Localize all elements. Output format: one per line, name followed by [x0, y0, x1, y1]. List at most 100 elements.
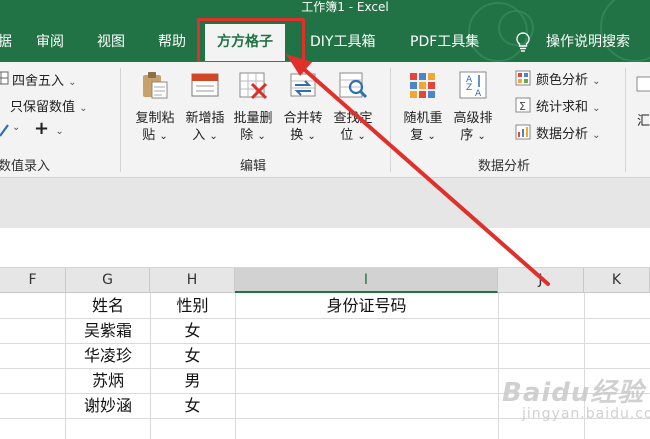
column-header-g[interactable]: G [66, 268, 150, 293]
column-header-i[interactable]: I [235, 268, 498, 293]
data-analysis-button[interactable]: 数据分析 ⌄ [536, 123, 601, 142]
text-icon: ᶜ [0, 96, 10, 112]
chevron-down-icon: ⌄ [209, 131, 218, 142]
column-header-j[interactable]: J [498, 268, 584, 293]
button-label-bottom: 除 [240, 128, 254, 143]
button-label-top: 合并转 [283, 111, 323, 126]
chevron-down-icon: ⌄ [307, 131, 316, 142]
button-label-bottom: 贴 [142, 128, 156, 143]
ribbon-tab-row: 据 审阅 视图 帮助 方方格子 DIY工具箱 PDF工具集 操作说明搜索 [0, 0, 650, 62]
insert-icon [190, 70, 220, 100]
watermark-brand: Baidu经验 [502, 378, 645, 408]
window-title: 工作簿1 - Excel [301, 0, 389, 14]
keep-value-label: 只保留数值 [10, 100, 76, 115]
group-label-value-input: 数值录入 [0, 159, 51, 174]
paste-icon [140, 70, 170, 100]
header-cell-gender[interactable]: 性别 [150, 293, 235, 318]
tab-diy-toolbox[interactable]: DIY工具箱 [310, 22, 375, 62]
advanced-sort-button[interactable]: 高级排序 ⌄ [447, 110, 499, 145]
button-label-bottom: 换 [290, 128, 304, 143]
chevron-down-icon: ⌄ [257, 131, 266, 142]
insert-button[interactable]: 新增插入 ⌄ [179, 110, 231, 145]
chevron-down-icon: ⌄ [159, 131, 168, 142]
table-cell-gender[interactable]: 女 [150, 393, 235, 418]
random-repeat-icon [408, 70, 438, 100]
sort-letter-a2: A [475, 89, 482, 99]
chevron-down-icon[interactable]: ⌄ [12, 122, 20, 133]
chevron-down-icon: ⌄ [357, 131, 366, 142]
merge-convert-button[interactable]: 合并转换 ⌄ [277, 110, 329, 145]
button-label-top: 高级排 [453, 111, 493, 126]
group-separator [390, 68, 391, 172]
tab-data[interactable]: 据 [0, 22, 12, 62]
tab-pdf-tools[interactable]: PDF工具集 [410, 22, 479, 62]
button-label-top: 批量删 [233, 111, 273, 126]
svg-text:Σ: Σ [519, 100, 526, 113]
merge-convert-icon [288, 70, 318, 100]
table-cell-gender[interactable]: 女 [150, 318, 235, 343]
watermark: Baidu经验 jingyan.baidu.com [500, 372, 650, 439]
grid-icon [0, 70, 10, 86]
data-analysis-label: 数据分析 [536, 127, 589, 142]
button-label-top: 查找定 [333, 111, 373, 126]
watermark-url: jingyan.baidu.com [522, 406, 650, 422]
advanced-sort-icon: AZA [458, 70, 488, 100]
delete-icon [238, 70, 268, 100]
highlight-box [197, 18, 305, 64]
round-button[interactable]: 四舍五入 ⌄ [12, 70, 77, 89]
keep-value-button[interactable]: 只保留数值 ⌄ [10, 96, 88, 115]
group-separator [120, 68, 121, 172]
button-label-top: 随机重 [403, 111, 443, 126]
batch-delete-button[interactable]: 批量删除 ⌄ [227, 110, 279, 145]
lightbulb-icon [514, 32, 532, 52]
collapsed-area [0, 178, 650, 228]
color-analysis-button[interactable]: 颜色分析 ⌄ [536, 69, 601, 88]
tab-view[interactable]: 视图 [97, 22, 125, 62]
data-analysis-icon [515, 124, 531, 140]
sort-letter-z: Z [466, 83, 472, 93]
copy-paste-button[interactable]: 复制粘贴 ⌄ [129, 110, 181, 145]
summary-button-partial[interactable]: 汇 [637, 110, 650, 129]
tab-review[interactable]: 审阅 [36, 22, 64, 62]
title-bar: 工作簿1 - Excel [0, 0, 650, 22]
table-cell-name[interactable]: 华凌珍 [66, 343, 150, 368]
tab-help[interactable]: 帮助 [158, 22, 186, 62]
group-label-data-analysis: 数据分析 [478, 159, 531, 174]
formula-bar[interactable] [0, 228, 650, 268]
summary-icon [636, 76, 650, 92]
round-label: 四舍五入 [12, 74, 65, 89]
button-label-bottom: 入 [192, 128, 206, 143]
button-label-top: 新增插 [185, 111, 225, 126]
table-cell-name[interactable]: 吴紫霜 [66, 318, 150, 343]
button-label-top: 复制粘 [135, 111, 175, 126]
button-label-bottom: 序 [460, 128, 474, 143]
color-analysis-icon [515, 70, 531, 86]
group-label-edit: 编辑 [240, 159, 267, 174]
plus-button[interactable]: + ⌄ [34, 118, 64, 139]
find-locate-icon [338, 70, 368, 100]
chevron-down-icon: ⌄ [592, 103, 601, 114]
table-cell-gender[interactable]: 女 [150, 343, 235, 368]
stat-sum-button[interactable]: 统计求和 ⌄ [536, 96, 601, 115]
column-header-f[interactable]: F [0, 268, 66, 293]
button-label-bottom: 复 [410, 128, 424, 143]
table-cell-gender[interactable]: 男 [150, 368, 235, 393]
plus-icon: + [34, 118, 50, 139]
column-header-h[interactable]: H [150, 268, 235, 293]
find-locate-button[interactable]: 查找定位 ⌄ [327, 110, 379, 145]
column-header-k[interactable]: K [584, 268, 650, 293]
header-cell-name[interactable]: 姓名 [66, 293, 150, 318]
table-cell-name[interactable]: 苏炳 [66, 368, 150, 393]
stat-sum-label: 统计求和 [536, 100, 589, 115]
chevron-down-icon: ⌄ [592, 76, 601, 87]
chevron-down-icon: ⌄ [79, 103, 88, 114]
chevron-down-icon: ⌄ [68, 77, 77, 88]
color-analysis-label: 颜色分析 [536, 73, 589, 88]
group-separator [625, 68, 626, 172]
random-repeat-button[interactable]: 随机重复 ⌄ [397, 110, 449, 145]
table-cell-name[interactable]: 谢妙涵 [66, 393, 150, 418]
header-cell-id-number[interactable]: 身份证号码 [235, 293, 498, 318]
chevron-down-icon: ⌄ [427, 131, 436, 142]
ribbon: 四舍五入 ⌄ ᶜ 只保留数值 ⌄ ⌄ + ⌄ 数值录入 复制粘贴 ⌄ 新增插入 … [0, 62, 650, 178]
tell-me-search[interactable]: 操作说明搜索 [546, 22, 630, 62]
